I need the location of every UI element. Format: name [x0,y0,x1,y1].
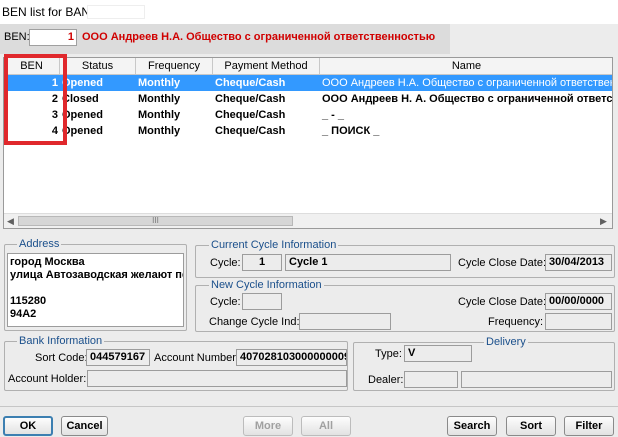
cell-payment: Cheque/Cash [215,93,286,105]
filter-button[interactable]: Filter [564,416,614,436]
cell-name: ООО Андреев Н.А. Общество с ограниченной… [322,77,612,89]
dealer-label: Dealer: [368,374,404,386]
ben-bar: BEN: 1 ООО Андреев Н.А. Общество с огран… [0,24,450,54]
account-holder-field[interactable] [87,370,347,387]
scroll-right-icon[interactable]: ▶ [600,216,607,227]
change-cycle-field[interactable] [299,313,391,330]
address-title: Address [17,238,62,250]
change-cycle-label: Change Cycle Ind: [209,316,300,328]
cell-status: Opened [62,125,103,137]
cell-payment: Cheque/Cash [215,125,286,137]
window-title: BEN list for BAN [2,5,91,19]
cell-frequency: Monthly [138,125,181,137]
bank-title: Bank Information [17,335,105,347]
cycle-name-field[interactable]: Cycle 1 [285,254,451,271]
sort-button[interactable]: Sort [506,416,556,436]
current-cycle-title: Current Cycle Information [209,239,339,251]
account-number-label: Account Number: [154,352,239,364]
ben-customer-name: ООО Андреев Н.А. Общество с ограниченной… [82,31,436,43]
cell-status: Closed [62,93,99,105]
ben-input[interactable]: 1 [29,29,77,46]
ban-mask [87,5,145,19]
cell-frequency: Monthly [138,77,181,89]
sort-code-label: Sort Code: [35,352,88,364]
address-line [10,282,181,295]
ok-button[interactable]: OK [3,416,53,436]
col-header-status[interactable]: Status [60,58,136,75]
cell-name: _ - _ [322,109,345,121]
address-line: улица Автозаводская желают пе [10,269,184,281]
search-button[interactable]: Search [447,416,497,436]
address-box[interactable]: город Москва улица Автозаводская желают … [7,253,184,327]
close-date-label: Cycle Close Date: [458,257,547,269]
cycle-field[interactable]: 1 [242,254,282,271]
new-close-date-field[interactable]: 00/00/0000 [545,293,612,310]
account-number-field[interactable]: 40702810300000000957 [236,349,347,366]
cell-frequency: Monthly [138,109,181,121]
frequency-label: Frequency: [488,316,544,328]
type-field[interactable]: V [404,345,472,362]
table-row[interactable]: 3 Opened Monthly Cheque/Cash _ - _ [4,107,612,123]
scroll-thumb[interactable]: III [18,216,293,226]
cycle-label: Cycle: [210,257,241,269]
cancel-button[interactable]: Cancel [61,416,108,436]
table-row[interactable]: 2 Closed Monthly Cheque/Cash ООО Андреев… [4,91,613,107]
new-cycle-title: New Cycle Information [209,279,324,291]
cell-payment: Cheque/Cash [215,109,286,121]
divider [0,406,618,407]
col-header-payment-method[interactable]: Payment Method [213,58,320,75]
dealer-name-field[interactable] [461,371,612,388]
address-line: 94А2 [10,308,37,320]
new-cycle-label: Cycle: [210,296,241,308]
highlight-box [4,54,67,145]
frequency-field[interactable] [545,313,612,330]
type-label: Type: [375,348,402,360]
address-line: город Москва [10,256,85,268]
ben-grid[interactable]: BEN Status Frequency Payment Method Name… [3,57,613,229]
delivery-title: Delivery [484,336,528,348]
col-header-frequency[interactable]: Frequency [136,58,213,75]
dealer-field[interactable] [404,371,458,388]
scroll-left-icon[interactable]: ◀ [7,216,14,227]
account-holder-label: Account Holder: [8,373,87,385]
cell-name: _ ПОИСК _ [322,125,380,137]
ben-label: BEN: [4,31,30,43]
close-date-field[interactable]: 30/04/2013 [545,254,612,271]
cell-status: Opened [62,77,103,89]
address-line: 115280 [10,295,47,307]
cell-frequency: Monthly [138,93,181,105]
new-cycle-field[interactable] [242,293,282,310]
horizontal-scrollbar[interactable]: ◀ III ▶ [4,213,612,228]
cell-status: Opened [62,109,103,121]
all-button[interactable]: All [301,416,351,436]
col-header-name[interactable]: Name [320,58,612,75]
sort-code-field[interactable]: 044579167 [86,349,150,366]
cell-name: ООО Андреев Н. А. Общество с ограниченно… [322,93,613,105]
more-button[interactable]: More [243,416,293,436]
table-row[interactable]: 1 Opened Monthly Cheque/Cash ООО Андреев… [4,75,612,91]
cell-payment: Cheque/Cash [215,77,286,89]
table-row[interactable]: 4 Opened Monthly Cheque/Cash _ ПОИСК _ [4,123,612,139]
title-bar: BEN list for BAN [0,0,618,24]
new-close-date-label: Cycle Close Date: [458,296,547,308]
